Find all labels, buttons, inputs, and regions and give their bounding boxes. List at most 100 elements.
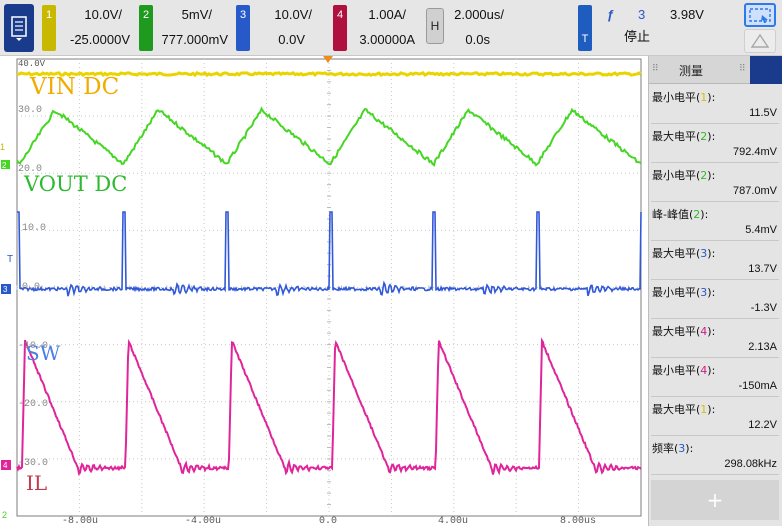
channel-2-badge[interactable]: 2 xyxy=(139,5,153,51)
measurement-item[interactable]: 峰-峰值(2): 5.4mV xyxy=(651,203,779,241)
scale-labels: 40.0V 30.0 20.0 10.0 0.0 -10.0 -20.0 -30… xyxy=(18,59,48,469)
drag-handle-icon[interactable]: ⠿ xyxy=(652,64,659,74)
measurement-label: 最大电平(2): xyxy=(652,130,716,143)
zoom-select-icon xyxy=(749,8,771,23)
measurement-item[interactable]: 最小电平(3): -1.3V xyxy=(651,281,779,319)
ch2-offscreen-marker[interactable]: 2 xyxy=(2,510,7,520)
il-trace-label: IL xyxy=(26,471,47,495)
drag-handle-icon[interactable]: ⠿ xyxy=(739,64,746,74)
trigger-level-marker[interactable]: T xyxy=(7,254,13,265)
measurement-panel: ⠿ 测量 ⠿ 最小电平(1): 11.5V 最大电平(2): 792.4mV 最小电平(… xyxy=(648,56,782,526)
grid-label: 10.0 xyxy=(22,223,46,234)
measurement-value: 792.4mV xyxy=(732,146,777,158)
horizontal-position[interactable]: 0.0s xyxy=(448,27,490,52)
measurement-label: 最小电平(2): xyxy=(652,169,716,182)
ch1-level-marker[interactable]: 1 xyxy=(0,142,5,152)
measurement-type: 最小电平 xyxy=(652,364,696,377)
vout-trace-label: VOUT DC xyxy=(23,172,127,196)
trigger-area-icon xyxy=(750,33,770,48)
grid-label: 30.0 xyxy=(18,105,42,116)
top-scale-label: 40.0V xyxy=(18,59,46,69)
channel-4-scale[interactable]: 1.00A/ xyxy=(349,2,406,27)
panel-settings-button[interactable] xyxy=(750,56,782,84)
trigger-level[interactable]: 3.98V xyxy=(670,2,704,27)
measurement-value: 298.08kHz xyxy=(724,458,777,470)
measurement-label: 最小电平(3): xyxy=(652,286,716,299)
waveform-plot[interactable]: 40.0V 30.0 20.0 10.0 0.0 -10.0 -20.0 -30… xyxy=(0,56,648,526)
measurement-panel-title: 测量 xyxy=(679,64,704,78)
measurement-item[interactable]: 最大电平(2): 792.4mV xyxy=(651,125,779,163)
measurement-value: 11.5V xyxy=(749,107,777,119)
time-label: -4.00u xyxy=(185,516,221,526)
measurement-item[interactable]: 最小电平(2): 787.0mV xyxy=(651,164,779,202)
vin-trace-label: VIN DC xyxy=(29,74,119,100)
trigger-area-button[interactable] xyxy=(744,29,776,53)
measurement-label: 最小电平(4): xyxy=(652,364,716,377)
channel-3-offset[interactable]: 0.0V xyxy=(252,27,305,52)
time-label: -8.00u xyxy=(62,516,98,526)
timebase-value[interactable]: 2.000us/ xyxy=(448,2,504,27)
svg-text:4: 4 xyxy=(3,461,8,470)
trigger-edge-icon: ƒ xyxy=(607,7,615,22)
channel-1-badge[interactable]: 1 xyxy=(42,5,56,51)
measurement-label: 最大电平(4): xyxy=(652,325,716,338)
measurement-type: 最大电平 xyxy=(652,403,696,416)
measurement-value: -1.3V xyxy=(750,302,777,314)
channel-2-offset[interactable]: 777.000mV xyxy=(155,27,229,52)
measurement-panel-header[interactable]: ⠿ 测量 ⠿ xyxy=(649,56,782,84)
measurement-label: 最大电平(1): xyxy=(652,403,716,416)
measurement-item[interactable]: 最大电平(3): 13.7V xyxy=(651,242,779,280)
time-axis-labels: -8.00u -4.00u 0.0 4.00u 8.00us xyxy=(62,516,596,526)
measurement-value: -150mA xyxy=(738,380,777,392)
sw-trace xyxy=(17,211,642,297)
traces xyxy=(16,70,642,476)
grid-label: -30.0 xyxy=(18,458,48,469)
measurement-type: 最小电平 xyxy=(652,91,696,104)
measurement-value: 787.0mV xyxy=(732,185,777,197)
measurement-value: 5.4mV xyxy=(745,224,777,236)
channel-3-badge[interactable]: 3 xyxy=(236,5,250,51)
channel-3-scale[interactable]: 10.0V/ xyxy=(252,2,312,27)
measurement-type: 最大电平 xyxy=(652,325,696,338)
time-label: 4.00u xyxy=(438,516,468,526)
time-label: 8.00us xyxy=(560,516,596,526)
svg-text:3: 3 xyxy=(3,285,8,294)
measurement-label: 最大电平(3): xyxy=(652,247,716,260)
waveform-display[interactable]: 40.0V 30.0 20.0 10.0 0.0 -10.0 -20.0 -30… xyxy=(0,56,648,526)
measurement-item[interactable]: 最大电平(4): 2.13A xyxy=(651,320,779,358)
time-label: 0.0 xyxy=(319,516,337,526)
horizontal-badge[interactable]: H xyxy=(426,8,444,44)
grid-label: -20.0 xyxy=(18,399,48,410)
measurement-label: 峰-峰值(2): xyxy=(652,208,709,221)
vout-trace xyxy=(16,106,642,167)
measurement-value: 12.2V xyxy=(748,419,777,431)
add-measurement-button[interactable]: + xyxy=(651,480,779,520)
measurement-item[interactable]: 频率(3): 298.08kHz xyxy=(651,437,779,475)
measurement-value: 13.7V xyxy=(748,263,777,275)
menu-button[interactable] xyxy=(4,4,34,52)
measurement-item[interactable]: 最小电平(1): 11.5V xyxy=(651,86,779,124)
channel-2-scale[interactable]: 5mV/ xyxy=(155,2,212,27)
svg-text:2: 2 xyxy=(2,161,7,170)
measurement-type: 最小电平 xyxy=(652,286,696,299)
measurement-value: 2.13A xyxy=(748,341,777,353)
run-status: 停止 xyxy=(624,29,651,44)
measurement-type: 峰-峰值 xyxy=(652,208,689,221)
measurement-type: 最大电平 xyxy=(652,247,696,260)
measurement-item[interactable]: 最小电平(4): -150mA xyxy=(651,359,779,397)
channel-1-offset[interactable]: -25.0000V xyxy=(58,27,130,52)
channel-4-badge[interactable]: 4 xyxy=(333,5,347,51)
channel-1-scale[interactable]: 10.0V/ xyxy=(58,2,122,27)
measurement-type: 最小电平 xyxy=(652,169,696,182)
zoom-select-button[interactable] xyxy=(744,3,776,27)
measurement-label: 频率(3): xyxy=(652,442,694,455)
measurement-label: 最小电平(1): xyxy=(652,91,716,104)
grid-label: 0.0 xyxy=(22,282,40,293)
measurement-type: 频率 xyxy=(652,442,674,455)
sw-trace-label: SW xyxy=(26,341,61,365)
top-toolbar: 1 10.0V/ -25.0000V 2 5mV/ 777.000mV 3 10… xyxy=(0,0,782,56)
measurement-item[interactable]: 最大电平(1): 12.2V xyxy=(651,398,779,436)
document-menu-icon xyxy=(11,16,27,41)
trigger-badge[interactable]: T xyxy=(578,5,592,51)
channel-4-offset[interactable]: 3.00000A xyxy=(349,27,415,52)
